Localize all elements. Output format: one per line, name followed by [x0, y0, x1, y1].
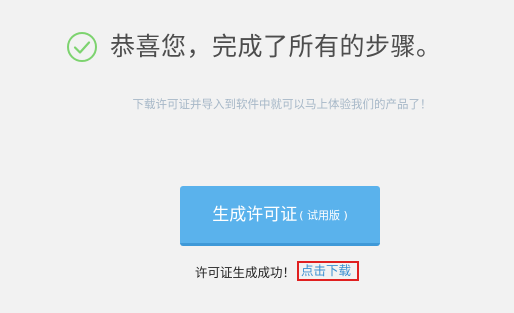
check-circle-icon: [66, 31, 98, 63]
trial-version-label: ( 试用版 ): [299, 208, 348, 222]
generate-button-label: 生成许可证: [212, 204, 298, 225]
download-highlight-box: 点击下载: [297, 261, 360, 281]
status-row: 许可证生成成功！ 点击下载: [195, 261, 360, 281]
instruction-text: 下载许可证并导入到软件中就可以马上体验我们的产品了！: [132, 97, 432, 111]
generate-license-button[interactable]: 生成许可证 ( 试用版 ): [180, 186, 380, 246]
download-link[interactable]: 点击下载: [301, 263, 351, 278]
success-message: 许可证生成成功！: [195, 264, 296, 280]
success-header: 恭喜您，完成了所有的步骤。: [66, 30, 442, 64]
page-title: 恭喜您，完成了所有的步骤。: [110, 32, 442, 61]
